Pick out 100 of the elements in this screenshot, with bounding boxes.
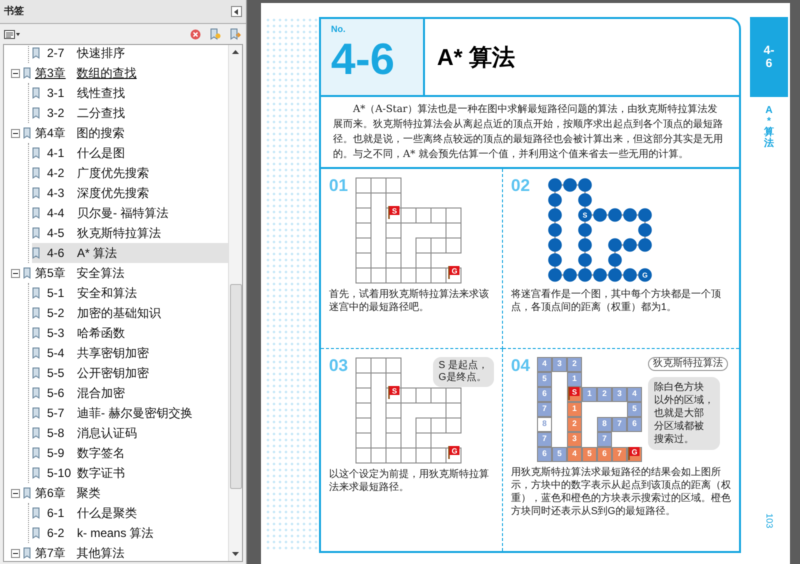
collapse-icon[interactable]: [11, 488, 20, 498]
bookmark-icon: [32, 507, 41, 519]
chapter-item[interactable]: 第7章 其他算法: [23, 543, 125, 561]
bookmark-item[interactable]: 4-5 狄克斯特拉算法: [32, 223, 169, 243]
step-number: 03: [329, 356, 349, 376]
grid-cell: 4: [627, 386, 642, 402]
bookmark-item[interactable]: 4-3 深度优先搜索: [32, 183, 157, 203]
grid-cell: 2: [567, 356, 582, 372]
bookmark-item[interactable]: 5-6 混合加密: [32, 383, 133, 403]
bookmark-item[interactable]: 5-10 数字证书: [32, 463, 133, 483]
collapse-icon[interactable]: [11, 68, 20, 78]
grid-cell: 3: [567, 432, 582, 446]
collapse-icon[interactable]: [11, 268, 20, 278]
bookmark-icon: [32, 47, 41, 59]
bookmark-icon: [32, 427, 41, 439]
bookmark-item[interactable]: 5-8 消息认证码: [32, 423, 145, 443]
bookmark-icon: [32, 307, 41, 319]
bookmark-item[interactable]: 4-1 什么是图: [32, 143, 133, 163]
bookmark-item[interactable]: 5-2 加密的基础知识: [32, 303, 169, 323]
grid-cell: 3: [552, 356, 567, 372]
grid-cell: 6: [537, 386, 552, 402]
section-number: 4-6: [331, 34, 396, 86]
bookmark-item[interactable]: 4-2 广度优先搜索: [32, 163, 157, 183]
scrollbar[interactable]: [228, 45, 242, 561]
bookmark-icon: [23, 267, 32, 279]
chapter-item[interactable]: 第6章 聚类: [23, 483, 101, 503]
bookmark-icon: [32, 347, 41, 359]
collapse-icon[interactable]: [11, 548, 20, 558]
grid-cell: 5: [552, 446, 567, 462]
bookmark-item[interactable]: 5-4 共享密钥加密: [32, 343, 157, 363]
bookmark-item[interactable]: 5-3 哈希函数: [32, 323, 133, 343]
bookmark-item[interactable]: 2-7 快速排序: [32, 45, 133, 63]
bookmark-icon: [32, 447, 41, 459]
bookmark-item[interactable]: 4-6 A* 算法: [32, 243, 228, 263]
bookmark-icon: [32, 367, 41, 379]
bookmark-icon: [32, 107, 41, 119]
bookmark-item[interactable]: 5-1 安全和算法: [32, 283, 145, 303]
bookmark-item[interactable]: 5-7 迪菲- 赫尔曼密钥交换: [32, 403, 200, 423]
chapter-item[interactable]: 第4章 图的搜索: [23, 123, 125, 143]
bookmark-item[interactable]: 5-9 数字签名: [32, 443, 133, 463]
bookmark-icon: [32, 407, 41, 419]
intro-paragraph: A*（A-Star）算法也是一种在图中求解最短路径问题的算法，由狄克斯特拉算法发展而来。狄克斯特拉算法会从离起点近的顶点开始，按顺序求出起点到各个顶点的最短路径。也就是说，一些离终点较远的顶点的最短路径也会被计算出来，但这部分其实是无用的。与之不同，A* 就会预先估算一个值，并利用这个值来省去一些无用的计算。: [321, 97, 739, 169]
step-caption: 首先，试着用狄克斯特拉算法来求该迷宫中的最短路径吧。: [329, 288, 490, 314]
step-number: 01: [329, 177, 349, 197]
tab-title: A* 算法: [764, 105, 774, 149]
bookmark-icon: [23, 127, 32, 139]
step-caption: 以这个设定为前提，用狄克斯特拉算法来求最短路径。: [329, 468, 490, 494]
down-arrow-icon[interactable]: [232, 552, 239, 556]
page-number: 103: [764, 512, 776, 528]
bookmark-icon: [32, 87, 41, 99]
bookmark-item[interactable]: 3-1 线性查找: [32, 83, 133, 103]
bookmark-item[interactable]: 6-1 什么是聚类: [32, 503, 145, 523]
grid-cell: 6: [627, 416, 642, 432]
bookmark-icon: [32, 247, 41, 259]
bookmark-icon: [32, 527, 41, 539]
bookmark-icon: [32, 167, 41, 179]
step-number: 02: [511, 177, 531, 197]
section-title: A* 算法: [437, 42, 515, 72]
grid-cell: 3: [612, 386, 627, 402]
delete-icon[interactable]: [190, 28, 201, 40]
collapse-panel-button[interactable]: [231, 6, 242, 17]
section-label: No.: [331, 25, 346, 34]
bookmark-icon: [23, 487, 32, 499]
grid-cell: 1: [567, 372, 582, 386]
grid-cell: 7: [612, 416, 627, 432]
grid-cell: 6: [597, 446, 612, 462]
bookmark-arrow-icon[interactable]: [230, 28, 242, 40]
algorithm-tag: 狄克斯特拉算法: [648, 356, 728, 370]
up-arrow-icon[interactable]: [232, 50, 239, 54]
chapter-item[interactable]: 第5章 安全算法: [23, 263, 125, 283]
bookmark-item[interactable]: 6-2 k- means 算法: [32, 523, 162, 543]
bookmark-icon: [32, 207, 41, 219]
scrollbar-thumb[interactable]: [230, 284, 242, 489]
bookmark-icon: [32, 327, 41, 339]
bookmark-icon: [23, 547, 32, 559]
grid-cell: 7: [612, 446, 627, 462]
options-button[interactable]: [4, 30, 20, 38]
step-caption: 将迷宫看作是一个图，其中每个方块都是一个顶点，各顶点间的距离（权重）都为1。: [511, 288, 722, 314]
collapse-icon[interactable]: [11, 128, 20, 138]
bookmark-icon: [32, 287, 41, 299]
step-caption: 用狄克斯特拉算法求最短路径的结果会如上图所示，方块中的数字表示从起点到该顶点的距离（权重），蓝色和橙色的方块表示搜索过的区域。橙色方块同时还表示从S到G的最短路径。: [511, 466, 731, 518]
grid-cell: 2: [597, 386, 612, 402]
bookmark-icon: [32, 227, 41, 239]
grid-cell: 1: [567, 402, 582, 416]
grid-cell: 5: [537, 372, 552, 386]
bookmark-icon: [32, 147, 41, 159]
panel-title: 书签: [4, 4, 24, 19]
bookmark-item[interactable]: 3-2 二分查找: [32, 103, 133, 123]
bookmark-item[interactable]: 4-4 贝尔曼- 福特算法: [32, 203, 176, 223]
chapter-item[interactable]: 第3章 数组的查找: [23, 63, 137, 83]
grid-cell: 4: [537, 356, 552, 372]
caret-icon: [16, 32, 20, 36]
speech-bubble: S 是起点， G是终点。: [432, 356, 494, 386]
new-bookmark-icon[interactable]: [210, 28, 221, 40]
grid-cell: 1: [582, 386, 597, 402]
bookmark-icon: [32, 467, 41, 479]
grid-cell: 6: [537, 446, 552, 462]
bookmark-item[interactable]: 5-5 公开密钥加密: [32, 363, 157, 383]
speech-bubble: 除白色方块 以外的区域， 也就是大部 分区域都被 搜索过。: [648, 376, 720, 450]
grid-cell: 7: [537, 432, 552, 446]
